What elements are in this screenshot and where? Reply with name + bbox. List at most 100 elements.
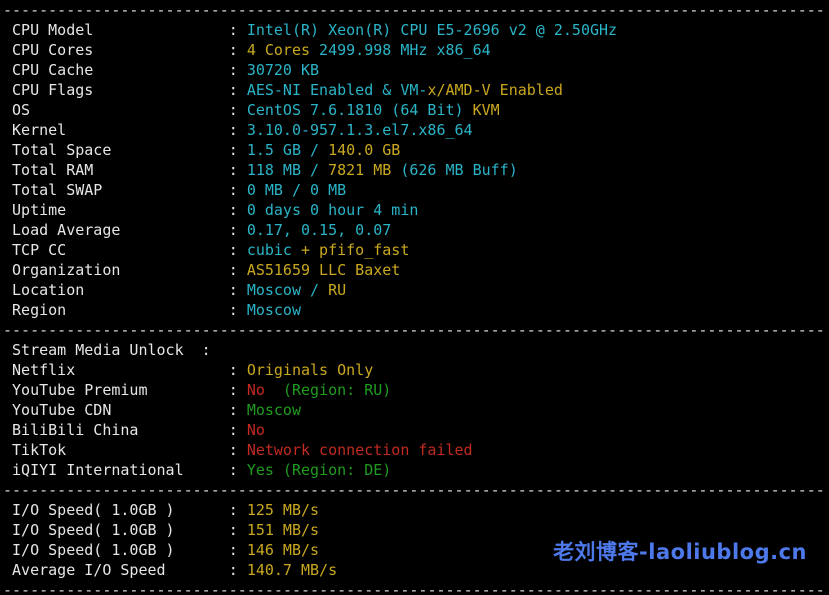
value-segment: (626 MB Buff) <box>391 161 518 179</box>
value-segment: 125 MB/s <box>246 501 320 519</box>
field-label: CPU Cores <box>12 41 94 59</box>
field-colon: : <box>219 221 247 239</box>
field-colon: : <box>219 541 247 559</box>
field-label: OS <box>12 101 31 119</box>
terminal-line: CPU Flags : AES-NI Enabled & VM-x/AMD-V … <box>3 80 829 100</box>
field-label: iQIYI International <box>12 461 184 479</box>
value-segment: KVM <box>463 101 500 119</box>
value-segment: (Region: RU) <box>264 381 392 399</box>
terminal-line: I/O Speed( 1.0GB ) : 125 MB/s <box>3 500 829 520</box>
terminal-line: Uptime : 0 days 0 hour 4 min <box>3 200 829 220</box>
value-segment: cubic <box>246 241 292 259</box>
field-colon: : <box>219 121 247 139</box>
field-label: BiliBili China <box>12 421 139 439</box>
value-segment: 146 MB/s <box>246 541 320 559</box>
field-colon: : <box>192 341 220 359</box>
field-colon: : <box>219 241 247 259</box>
value-segment: 140.0 GB <box>328 141 401 159</box>
field-colon: : <box>219 441 247 459</box>
value-segment: 0 days 0 hour 4 min <box>246 201 419 219</box>
field-label: Kernel <box>12 121 67 139</box>
value-segment: Moscow / <box>246 281 329 299</box>
terminal-line: Region : Moscow <box>3 300 829 320</box>
field-label: YouTube Premium <box>12 381 148 399</box>
value-segment: AS51659 LLC Baxet <box>246 261 401 279</box>
field-label: Average I/O Speed <box>12 561 166 579</box>
field-colon: : <box>219 421 247 439</box>
field-colon: : <box>219 501 247 519</box>
terminal-window: ----------------------------------------… <box>0 0 829 595</box>
value-segment: 151 MB/s <box>246 521 320 539</box>
field-colon: : <box>219 41 247 59</box>
field-label: I/O Speed( 1.0GB ) <box>12 541 175 559</box>
field-label: CPU Flags <box>12 81 94 99</box>
value-segment: 140.7 MB/s <box>246 561 338 579</box>
value-segment: x/AMD-V Enabled <box>427 81 563 99</box>
terminal-line: Location : Moscow / RU <box>3 280 829 300</box>
terminal-output: ----------------------------------------… <box>3 0 829 595</box>
value-segment: + pfifo_fast <box>291 241 410 259</box>
field-colon: : <box>219 21 247 39</box>
terminal-line: TCP CC : cubic + pfifo_fast <box>3 240 829 260</box>
terminal-line: TikTok : Network connection failed <box>3 440 829 460</box>
value-segment: 0.17, 0.15, 0.07 <box>246 221 392 239</box>
terminal-line: YouTube Premium : No (Region: RU) <box>3 380 829 400</box>
terminal-line: Organization : AS51659 LLC Baxet <box>3 260 829 280</box>
field-label: TikTok <box>12 441 67 459</box>
value-segment: 30720 KB <box>246 61 320 79</box>
terminal-line: CPU Model : Intel(R) Xeon(R) CPU E5-2696… <box>3 20 829 40</box>
value-segment: 118 MB / <box>246 161 329 179</box>
terminal-line: Total Space : 1.5 GB / 140.0 GB <box>3 140 829 160</box>
field-colon: : <box>219 141 247 159</box>
value-segment: Yes (Region: DE) <box>246 461 392 479</box>
field-colon: : <box>219 561 247 579</box>
field-label: Location <box>12 281 85 299</box>
field-label: Load Average <box>12 221 121 239</box>
terminal-line: I/O Speed( 1.0GB ) : 151 MB/s <box>3 520 829 540</box>
field-colon: : <box>219 181 247 199</box>
value-segment: AES-NI Enabled & VM- <box>246 81 428 99</box>
value-segment: Moscow <box>246 301 301 319</box>
terminal-line: iQIYI International : Yes (Region: DE) <box>3 460 829 480</box>
field-label: Total SWAP <box>12 181 103 199</box>
terminal-line: BiliBili China : No <box>3 420 829 440</box>
value-segment: Originals Only <box>246 361 374 379</box>
field-label: CPU Model <box>12 21 94 39</box>
field-colon: : <box>219 201 247 219</box>
value-segment: RU <box>328 281 347 299</box>
field-label: Netflix <box>12 361 76 379</box>
value-segment: 1.5 GB / <box>246 141 329 159</box>
value-segment: 3.10.0-957.1.3.el7.x86_64 <box>246 121 473 139</box>
field-label: I/O Speed( 1.0GB ) <box>12 521 175 539</box>
separator-line: ----------------------------------------… <box>3 481 825 499</box>
separator-line: ----------------------------------------… <box>3 581 825 595</box>
terminal-line: CPU Cores : 4 Cores 2499.998 MHz x86_64 <box>3 40 829 60</box>
value-segment: 4 Cores <box>246 41 311 59</box>
value-segment: 7821 MB <box>328 161 392 179</box>
value-segment: CentOS 7.6.1810 (64 Bit) <box>246 101 464 119</box>
field-colon: : <box>219 281 247 299</box>
value-segment: Intel(R) Xeon(R) CPU E5-2696 v2 @ 2.50GH… <box>246 21 618 39</box>
separator-line: ----------------------------------------… <box>3 321 825 339</box>
value-segment: No <box>246 381 265 399</box>
field-label: YouTube CDN <box>12 401 112 419</box>
field-colon: : <box>219 461 247 479</box>
field-colon: : <box>219 301 247 319</box>
terminal-line: Netflix : Originals Only <box>3 360 829 380</box>
field-label: CPU Cache <box>12 61 94 79</box>
field-colon: : <box>219 401 247 419</box>
field-label: Total Space <box>12 141 112 159</box>
value-segment: Moscow <box>246 401 301 419</box>
field-label: Organization <box>12 261 121 279</box>
field-colon: : <box>219 81 247 99</box>
value-segment: 2499.998 MHz x86_64 <box>310 41 491 59</box>
field-colon: : <box>219 61 247 79</box>
field-colon: : <box>219 381 247 399</box>
field-label: TCP CC <box>12 241 67 259</box>
field-colon: : <box>219 261 247 279</box>
separator-line: ----------------------------------------… <box>3 1 825 19</box>
value-segment: Network connection failed <box>246 441 473 459</box>
terminal-line: YouTube CDN : Moscow <box>3 400 829 420</box>
value-segment: No <box>246 421 265 439</box>
field-colon: : <box>219 521 247 539</box>
